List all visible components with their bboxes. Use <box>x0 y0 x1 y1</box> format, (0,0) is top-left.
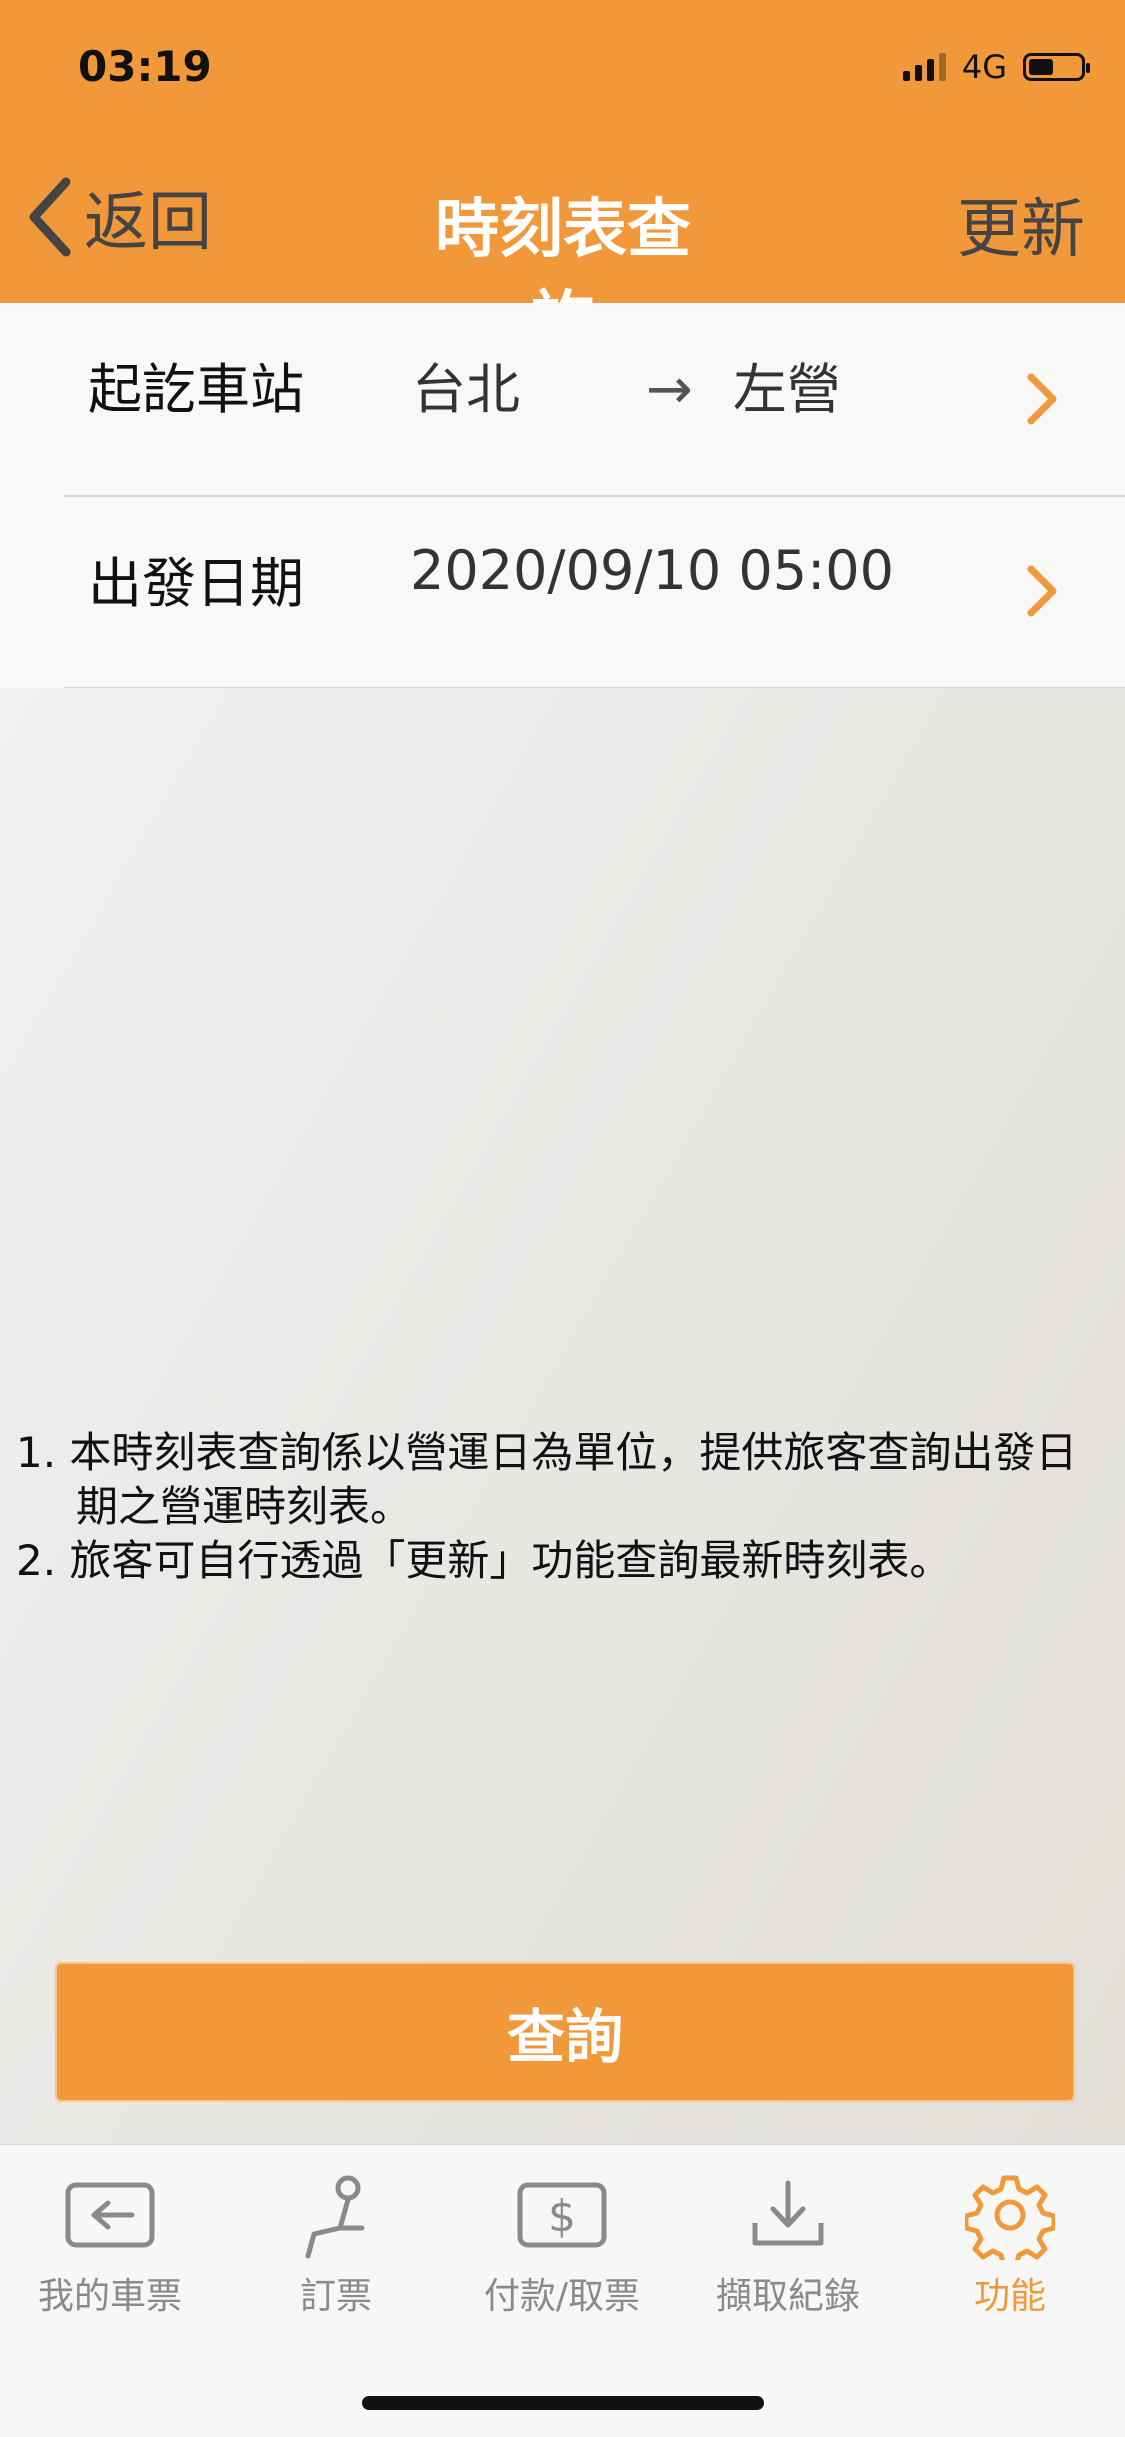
note-line: 期之營運時刻表。 <box>76 1482 413 1531</box>
note-line: 2. 旅客可自行透過「更新」功能查詢最新時刻表。 <box>16 1536 952 1585</box>
payment-icon: $ <box>517 2182 607 2248</box>
date-label: 出發日期 <box>88 552 304 615</box>
gear-icon <box>965 2175 1055 2260</box>
tab-payment[interactable]: $ 付款/取票 <box>472 2169 652 2319</box>
arrow-right-icon: → <box>646 357 693 422</box>
battery-icon <box>1023 53 1090 81</box>
chevron-right-icon <box>1027 565 1057 617</box>
tab-records[interactable]: 擷取紀錄 <box>698 2169 878 2319</box>
note-line: 1. 本時刻表查詢係以營運日為單位，提供旅客查詢出發日 <box>16 1428 1078 1477</box>
tab-label: 功能 <box>973 2276 1046 2317</box>
ticket-icon <box>65 2182 155 2248</box>
date-row[interactable]: 出發日期 2020/09/10 05:00 <box>0 495 1125 687</box>
chevron-left-icon <box>29 177 71 257</box>
seat-icon <box>305 2175 365 2259</box>
refresh-button[interactable]: 更新 <box>957 178 1085 270</box>
tab-functions[interactable]: 功能 <box>920 2169 1100 2319</box>
query-button[interactable]: 查詢 <box>55 1962 1075 2102</box>
back-button[interactable]: 返回 <box>26 172 212 262</box>
header: 03:19 4G 返回 時刻表查詢 更新 <box>0 0 1125 359</box>
svg-text:$: $ <box>548 2191 576 2242</box>
tab-bar: 我的車票 訂票 $ 付款/取票 擷取紀錄 功能 <box>0 2144 1125 2437</box>
chevron-right-icon <box>1027 373 1057 425</box>
notes: 1. 本時刻表查詢係以營運日為單位，提供旅客查詢出發日 期之營運時刻表。 2. … <box>16 1426 1094 1588</box>
station-label: 起訖車站 <box>88 358 304 421</box>
network-type: 4G <box>961 48 1007 86</box>
to-station: 左營 <box>732 358 841 421</box>
content-area <box>0 688 1125 2144</box>
tab-my-tickets[interactable]: 我的車票 <box>20 2169 200 2319</box>
tab-label: 我的車票 <box>37 2276 182 2317</box>
to-station-group: → 左營 <box>646 345 841 424</box>
tab-book[interactable]: 訂票 <box>246 2169 426 2319</box>
from-station: 台北 <box>412 358 520 421</box>
home-indicator[interactable] <box>362 2396 764 2410</box>
tab-label: 訂票 <box>299 2276 372 2317</box>
back-label: 返回 <box>84 186 212 260</box>
status-indicators: 4G <box>902 48 1090 86</box>
signal-icon <box>902 53 946 81</box>
station-row[interactable]: 起訖車站 台北 → 左營 <box>0 303 1125 495</box>
tab-label: 付款/取票 <box>483 2276 641 2317</box>
tab-label: 擷取紀錄 <box>715 2276 860 2317</box>
date-value: 2020/09/10 05:00 <box>410 539 895 602</box>
query-form: 起訖車站 台北 → 左營 出發日期 2020/09/10 05:00 <box>0 303 1125 689</box>
download-icon <box>752 2180 824 2246</box>
status-time: 03:19 <box>78 42 212 91</box>
